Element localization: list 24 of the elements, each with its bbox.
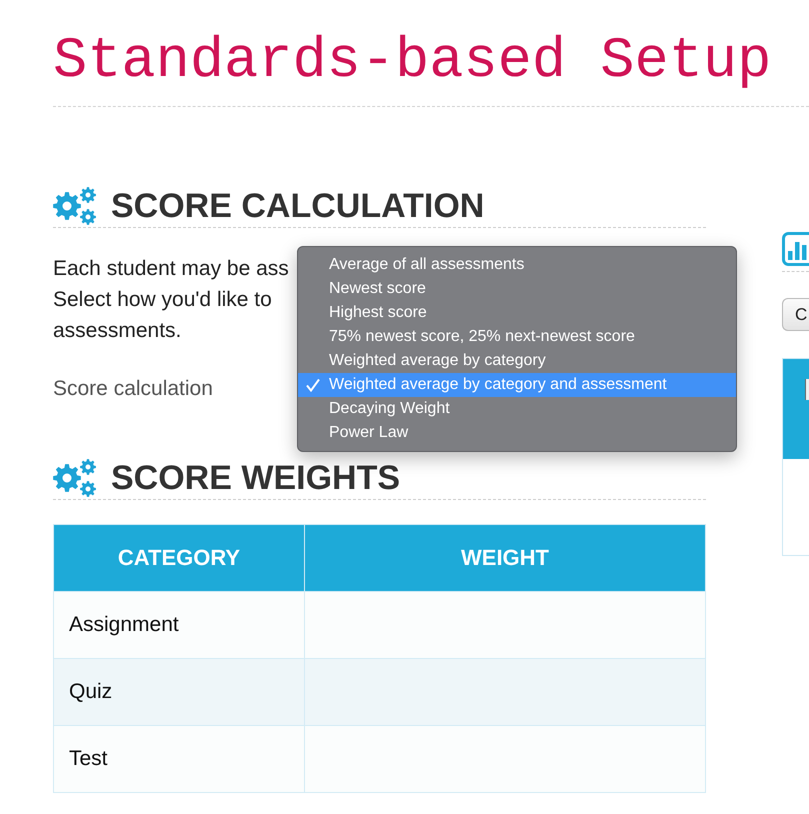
section-heading: SCORE WEIGHTS (111, 460, 400, 494)
field-label: Score calculation (53, 376, 213, 402)
bar-chart-icon (782, 232, 809, 266)
section-heading: SCORE CALCULATION (111, 188, 484, 222)
table-cell: Assignment (54, 592, 304, 658)
gears-icon (53, 458, 97, 496)
column-header: CATEGORY (54, 524, 304, 592)
menu-option[interactable]: Average of all assessments (298, 253, 736, 277)
menu-option[interactable]: Newest score (298, 277, 736, 301)
gears-icon (53, 186, 97, 224)
menu-option[interactable]: Highest score (298, 301, 736, 325)
input-field[interactable] (805, 379, 809, 400)
menu-option[interactable]: Weighted average by category and assessment (298, 373, 736, 397)
menu-option[interactable]: 75% newest score, 25% next-newest score (298, 325, 736, 349)
menu-option[interactable]: Weighted average by category (298, 349, 736, 373)
table-cell: Test (54, 726, 304, 792)
page-title: Standards-based Setup (53, 34, 772, 91)
menu-option[interactable]: Decaying Weight (298, 397, 736, 421)
check-icon (306, 378, 320, 392)
column-header: WEIGHT (304, 524, 706, 592)
menu-option[interactable]: Power Law (298, 421, 736, 445)
table-cell: Quiz (54, 658, 304, 726)
description-text: Each student may be ass Select how you'd like to assessments. (53, 256, 289, 344)
side-button[interactable]: C (782, 298, 809, 331)
